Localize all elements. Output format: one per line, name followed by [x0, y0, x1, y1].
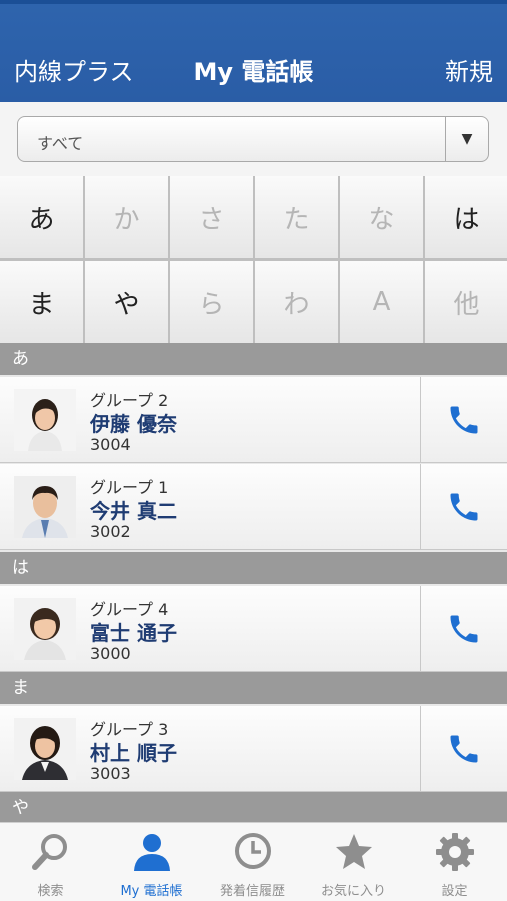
tab-favorites[interactable]: お気に入り	[303, 823, 404, 901]
kana-key-a[interactable]: あ	[0, 176, 83, 258]
star-icon	[336, 834, 372, 869]
phone-icon	[450, 615, 478, 642]
contact-extension: 3000	[90, 644, 131, 663]
tab-label: 設定	[441, 884, 468, 899]
section-header: は	[0, 552, 507, 584]
new-contact-button[interactable]: 新規	[445, 52, 493, 87]
kana-key-sa[interactable]: さ	[170, 176, 253, 258]
contact-row[interactable]: グループ 4 富士 通子 3000	[0, 586, 507, 672]
contact-row[interactable]: グループ 2 伊藤 優奈 3004	[0, 377, 507, 463]
kana-index: あ か さ た な は ま や ら わ A 他	[0, 176, 507, 343]
call-button[interactable]	[420, 706, 507, 791]
kana-key-ma[interactable]: ま	[0, 261, 83, 343]
section-header: ま	[0, 672, 507, 704]
kana-key-ha[interactable]: は	[425, 176, 507, 258]
contact-extension: 3002	[90, 522, 131, 541]
kana-key-wa[interactable]: わ	[255, 261, 338, 343]
gear-icon	[436, 833, 474, 871]
kana-key-na[interactable]: な	[340, 176, 423, 258]
tab-settings[interactable]: 設定	[404, 823, 505, 901]
contact-name: 今井 真二	[90, 499, 177, 523]
section-header: あ	[0, 343, 507, 375]
avatar	[14, 718, 76, 780]
person-icon	[134, 834, 170, 871]
search-icon	[32, 834, 67, 870]
phone-icon	[450, 406, 478, 433]
kana-key-ta[interactable]: た	[255, 176, 338, 258]
page-title: My 電話帳	[193, 58, 314, 86]
call-button[interactable]	[420, 586, 507, 671]
tab-my-phonebook[interactable]: My 電話帳	[101, 823, 202, 901]
phone-icon	[450, 493, 478, 520]
kana-key-ra[interactable]: ら	[170, 261, 253, 343]
call-button[interactable]	[420, 464, 507, 549]
avatar	[14, 476, 76, 538]
contact-name: 富士 通子	[90, 621, 177, 645]
navigation-bar: 内線プラス My 電話帳 新規	[0, 4, 507, 102]
group-filter-value: すべて	[37, 134, 84, 153]
chevron-down-icon[interactable]: ▼	[445, 117, 488, 161]
kana-key-ya[interactable]: や	[85, 261, 168, 343]
contact-row[interactable]: グループ 1 今井 真二 3002	[0, 464, 507, 550]
tab-label: My 電話帳	[120, 884, 183, 899]
tab-label: 発着信履歴	[219, 884, 285, 899]
contact-extension: 3003	[90, 764, 131, 783]
filter-bar: すべて ▼	[0, 102, 507, 176]
call-button[interactable]	[420, 377, 507, 462]
avatar	[14, 389, 76, 451]
avatar	[14, 598, 76, 660]
contact-row[interactable]: グループ 3 村上 順子 3003	[0, 706, 507, 792]
kana-key-other[interactable]: 他	[425, 261, 507, 343]
contact-name: 伊藤 優奈	[90, 412, 177, 436]
tab-search[interactable]: 検索	[0, 823, 101, 901]
tab-label: お気に入り	[320, 884, 386, 899]
kana-key-alpha[interactable]: A	[340, 261, 423, 343]
contact-name: 村上 順子	[90, 741, 177, 765]
clock-icon	[235, 833, 271, 869]
tab-bar: 検索 My 電話帳 発着信履歴 お気に入り 設定	[0, 822, 507, 901]
tab-label: 検索	[37, 884, 64, 899]
contact-extension: 3004	[90, 435, 131, 454]
tab-call-history[interactable]: 発着信履歴	[202, 823, 303, 901]
phone-icon	[450, 735, 478, 762]
group-filter-select[interactable]: すべて ▼	[17, 116, 489, 162]
kana-key-ka[interactable]: か	[85, 176, 168, 258]
section-header: や	[0, 792, 507, 824]
